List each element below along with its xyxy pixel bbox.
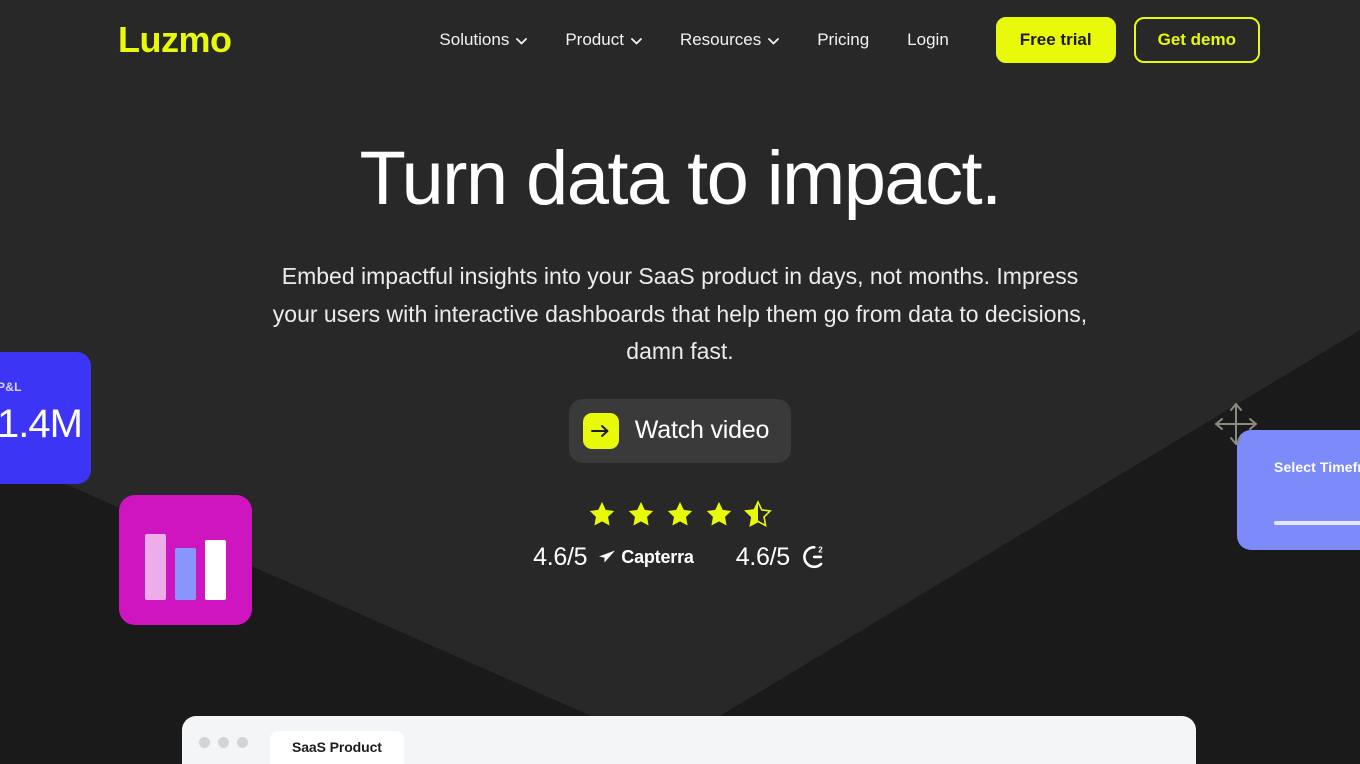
nav-item-resources[interactable]: Resources <box>661 30 798 50</box>
hero-subheading: Embed impactful insights into your SaaS … <box>272 263 1088 365</box>
rating-scores-row: 4.6/5 Capterra 4.6/5 2 <box>533 543 827 572</box>
window-dot-close <box>199 737 210 748</box>
nav-label-login: Login <box>907 30 949 49</box>
nav-label-product: Product <box>565 30 624 49</box>
nav-item-login[interactable]: Login <box>888 30 968 50</box>
rating-score-g2: 4.6/5 <box>735 542 790 571</box>
nav-item-solutions[interactable]: Solutions <box>420 30 546 50</box>
rating-score-capterra: 4.6/5 <box>533 542 588 571</box>
site-header: Luzmo Solutions Product Resources Pricin… <box>0 0 1360 80</box>
nav-label-solutions: Solutions <box>439 30 510 49</box>
hero-section: Turn data to impact. Embed impactful ins… <box>0 0 1360 572</box>
star-rating <box>587 499 773 529</box>
browser-titlebar: SaaS Product <box>182 716 1196 764</box>
capterra-logo-icon: Capterra <box>598 546 694 568</box>
star-icon-full <box>667 501 693 526</box>
chevron-down-icon <box>631 37 642 45</box>
nav-label-pricing: Pricing <box>817 30 870 49</box>
page-title: Turn data to impact. <box>359 136 1002 221</box>
browser-mockup: SaaS Product <box>182 716 1196 764</box>
header-cta-group: Free trial Get demo <box>995 17 1260 63</box>
main-navigation: Solutions Product Resources Pricing Logi… <box>420 17 1260 63</box>
nav-label-resources: Resources <box>679 30 762 49</box>
star-icon-full <box>706 501 732 526</box>
g2-logo-icon: 2 <box>801 544 827 570</box>
browser-tab-saas-product[interactable]: SaaS Product <box>270 731 404 764</box>
page-root: Luzmo Solutions Product Resources Pricin… <box>0 0 1360 764</box>
watch-video-button[interactable]: Watch video <box>568 398 792 463</box>
star-icon-full <box>628 501 654 526</box>
luzmo-logo[interactable]: Luzmo <box>118 22 232 58</box>
arrow-right-icon <box>582 412 619 449</box>
chevron-down-icon <box>768 37 780 45</box>
rating-capterra: 4.6/5 Capterra <box>533 543 694 572</box>
free-trial-button[interactable]: Free trial <box>995 17 1116 63</box>
get-demo-button[interactable]: Get demo <box>1133 17 1260 63</box>
window-dot-maximize <box>237 737 248 748</box>
star-icon-full <box>589 501 615 526</box>
watch-video-wrapper: Watch video <box>568 398 792 463</box>
watch-video-label: Watch video <box>634 416 770 445</box>
star-icon-half <box>744 499 772 527</box>
chevron-down-icon <box>516 37 528 45</box>
svg-text:2: 2 <box>818 545 823 554</box>
nav-item-pricing[interactable]: Pricing <box>798 30 888 50</box>
capterra-label: Capterra <box>621 546 694 567</box>
ratings-block: 4.6/5 Capterra 4.6/5 2 <box>533 499 827 572</box>
nav-item-product[interactable]: Product <box>546 30 661 50</box>
window-control-dots <box>199 737 248 764</box>
window-dot-minimize <box>218 737 229 748</box>
rating-g2: 4.6/5 2 <box>736 543 827 572</box>
